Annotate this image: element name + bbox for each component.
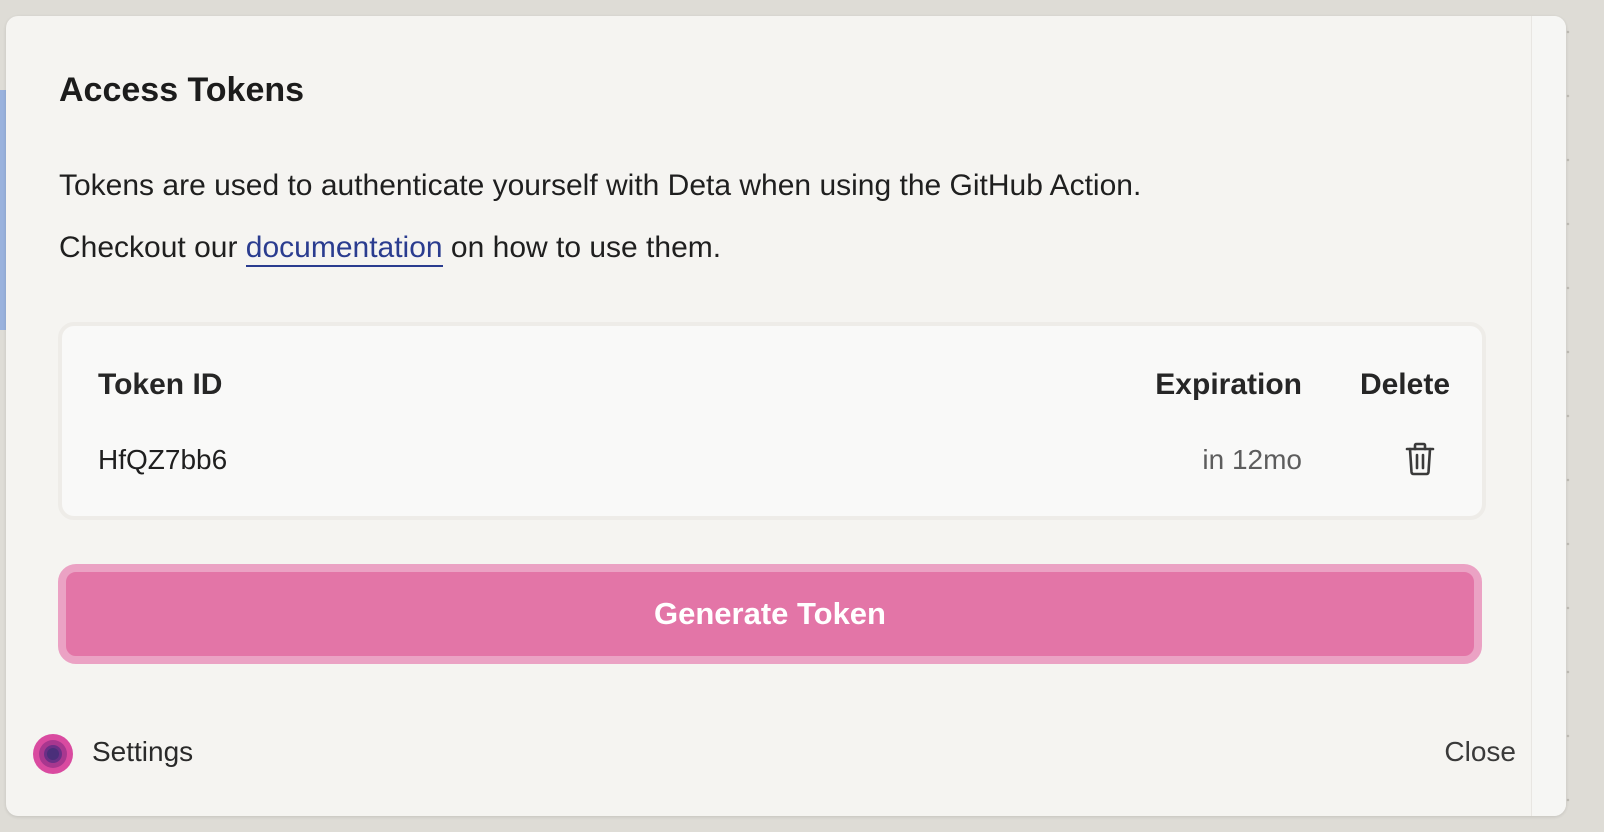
documentation-text: Checkout our documentation on how to use… [59, 231, 722, 267]
footer-settings-label: Settings [92, 736, 194, 767]
close-button[interactable]: Close [1444, 736, 1516, 768]
access-tokens-modal: Access Tokens Tokens are used to authent… [6, 16, 1566, 816]
modal-title: Access Tokens [59, 71, 305, 109]
column-header-expiration: Expiration [1155, 368, 1302, 401]
description-prefix: Checkout our [59, 231, 246, 264]
expiration-cell: in 12mo [1202, 444, 1302, 475]
description-text: Tokens are used to authenticate yourself… [59, 169, 1142, 202]
column-header-token-id: Token ID [98, 368, 223, 401]
trash-icon[interactable] [1404, 441, 1436, 477]
documentation-link[interactable]: documentation [245, 231, 443, 267]
description-suffix: on how to use them. [442, 231, 722, 264]
tokens-table: Token ID Expiration Delete HfQZ7bb6 in 1… [58, 322, 1486, 520]
modal-side-panel [1531, 16, 1566, 816]
column-header-delete: Delete [1359, 368, 1450, 401]
app-logo-icon [33, 734, 73, 774]
token-id-cell: HfQZ7bb6 [98, 444, 228, 475]
generate-token-button[interactable]: Generate Token [58, 564, 1482, 664]
